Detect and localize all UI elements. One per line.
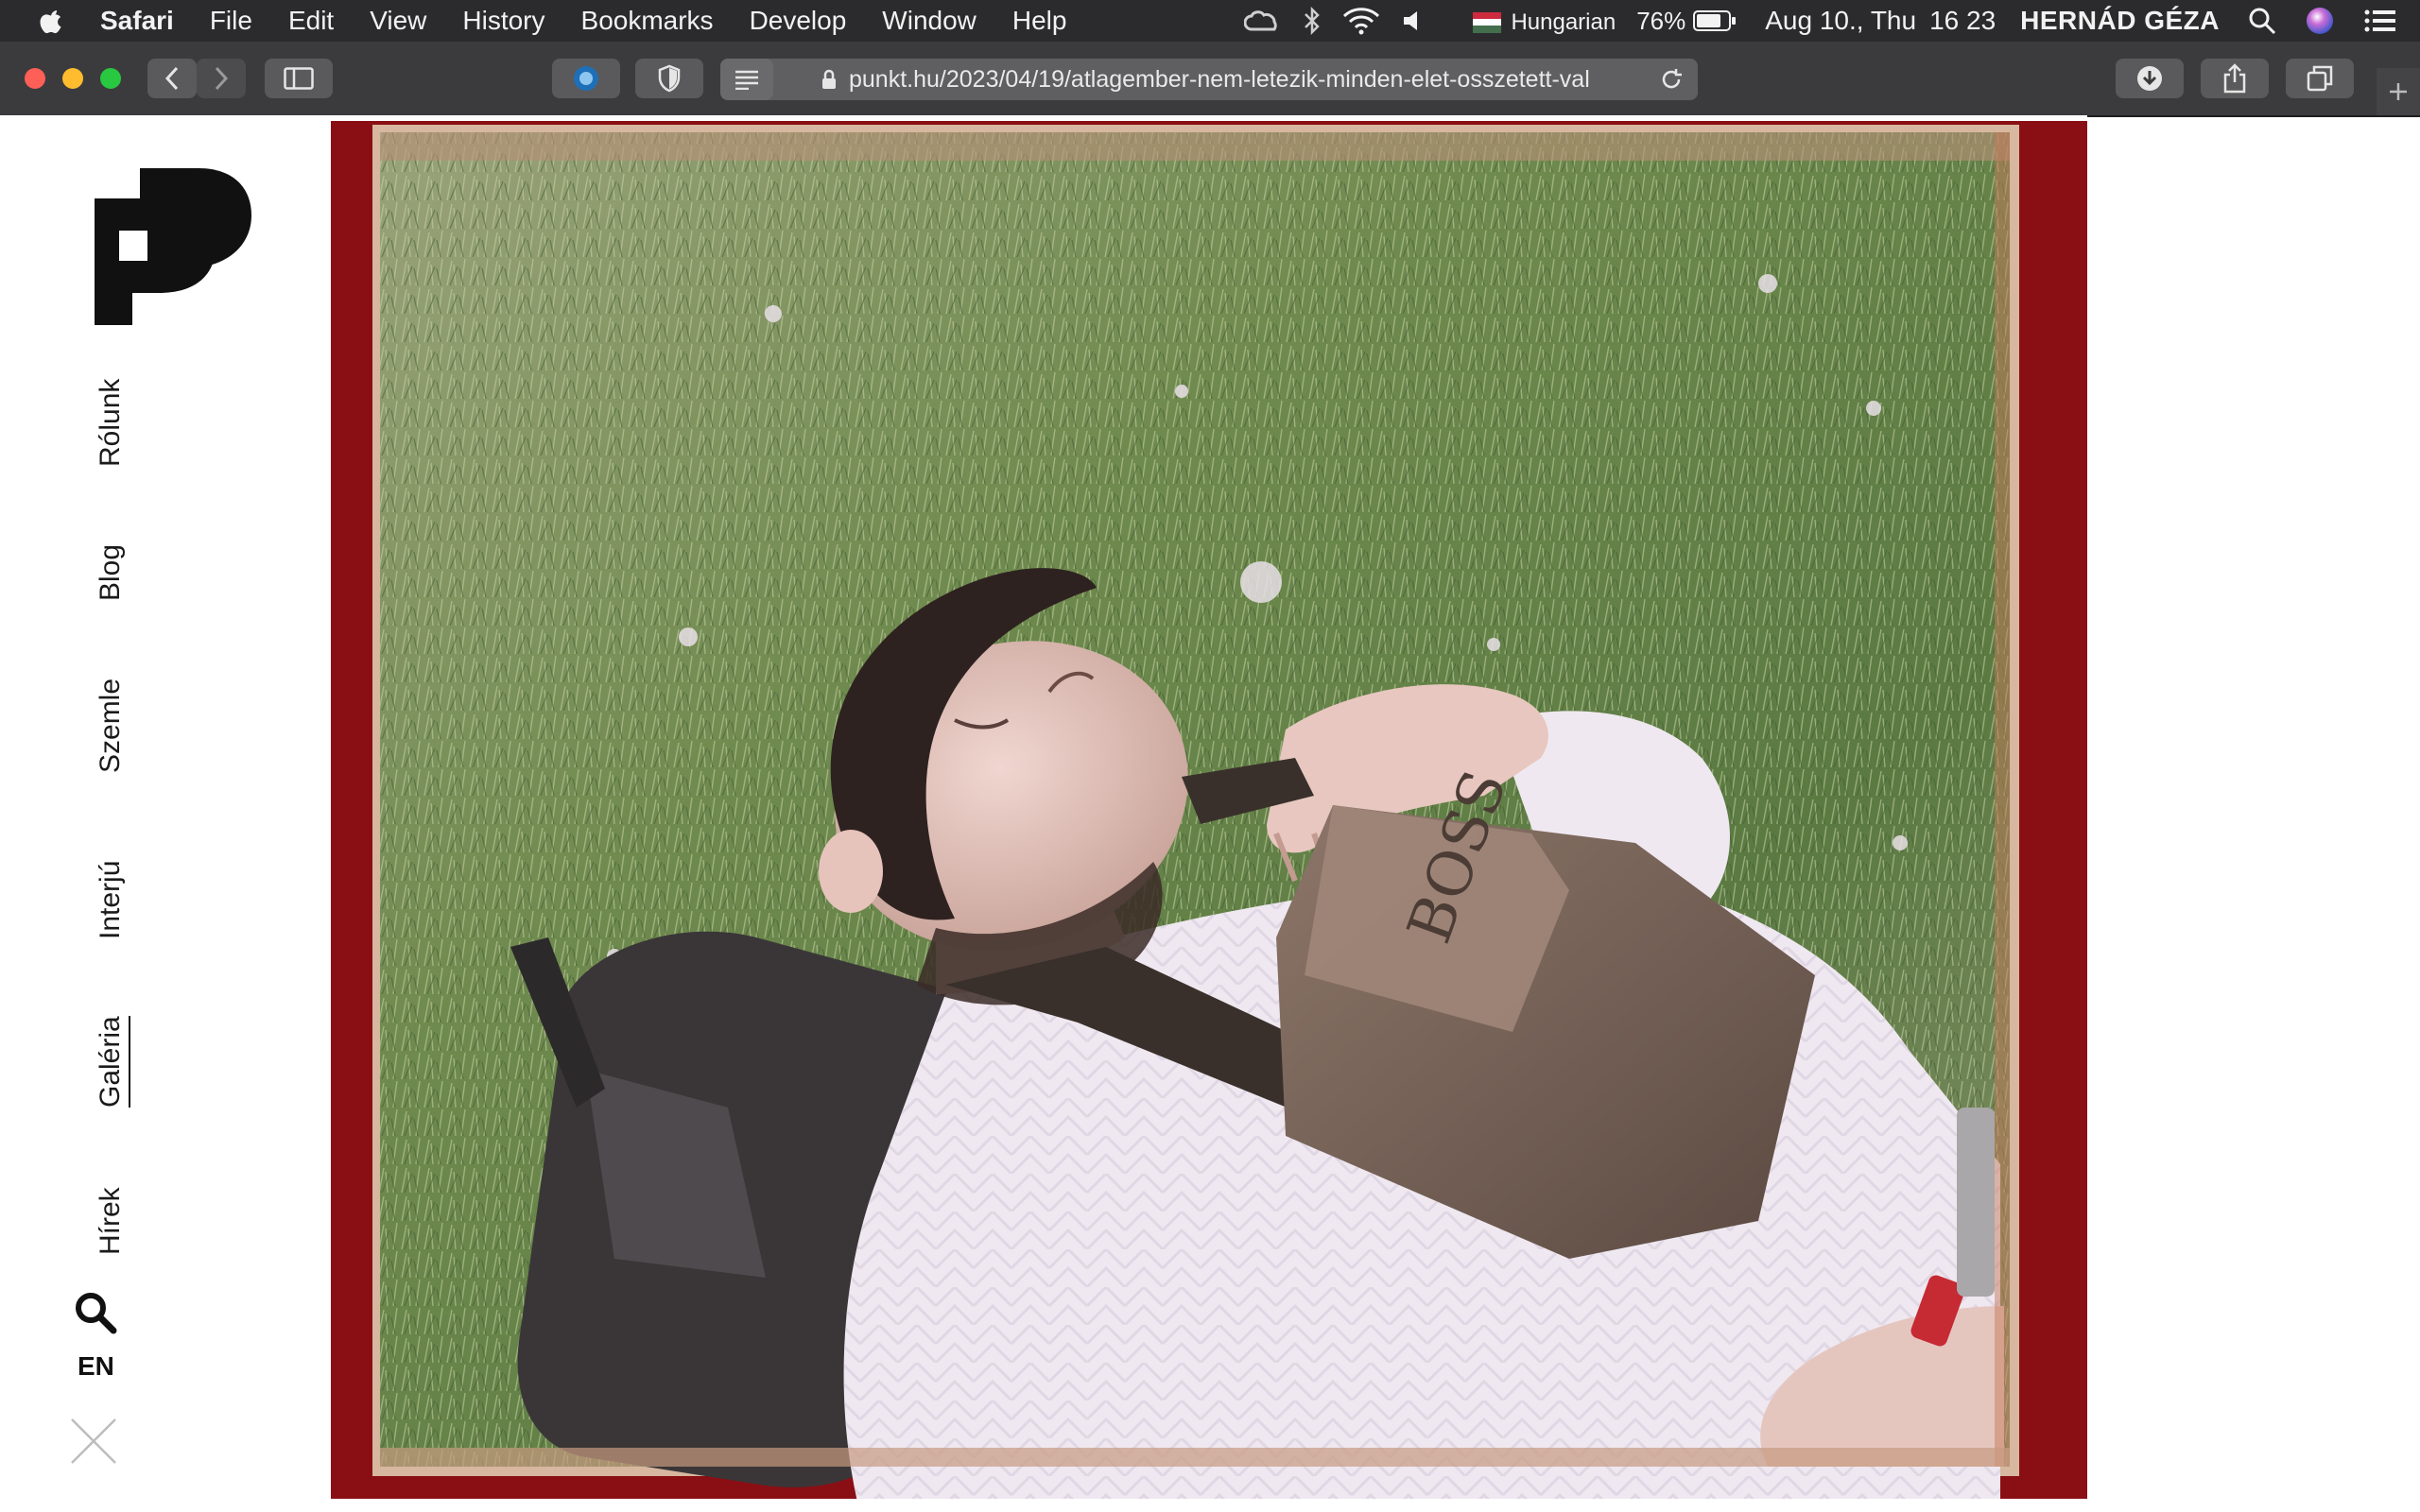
back-button[interactable] [147, 59, 197, 98]
privacy-report-button[interactable] [635, 59, 703, 98]
tabs-icon [2307, 65, 2333, 92]
close-window-button[interactable] [25, 68, 45, 89]
bluetooth-icon[interactable] [1303, 7, 1322, 35]
nav-hirek[interactable]: Hírek [95, 1187, 127, 1255]
spotlight-icon[interactable] [2248, 7, 2276, 35]
zoom-window-button[interactable] [100, 68, 121, 89]
menu-app-name[interactable]: Safari [100, 6, 174, 36]
battery-icon[interactable] [1693, 9, 1737, 32]
app-menu: Safari File Edit View History Bookmarks … [100, 6, 1102, 36]
browser-toolbar: punkt.hu/2023/04/19/atlagember-nem-letez… [0, 42, 2420, 117]
lock-icon [822, 69, 836, 89]
status-area: Hungarian 76% Aug 10., Thu 16 23 HERNÁD … [1223, 0, 2397, 42]
keyboard-layout-label: Hungarian [1511, 9, 1616, 35]
volume-icon[interactable] [1401, 9, 1426, 33]
sidebar-toggle-button[interactable] [265, 59, 333, 98]
siri-icon[interactable] [2305, 6, 2335, 36]
download-icon [2137, 66, 2162, 91]
photo-illustration: BOSS [331, 115, 2087, 1499]
url-text[interactable]: punkt.hu/2023/04/19/atlagember-nem-letez… [849, 66, 1652, 94]
extension-icon [574, 66, 598, 91]
user-name[interactable]: HERNÁD GÉZA [2020, 6, 2220, 36]
extension-button[interactable] [552, 59, 620, 98]
forward-button[interactable] [197, 59, 246, 98]
notification-center-icon[interactable] [2363, 7, 2397, 35]
downloads-button[interactable] [2116, 59, 2184, 98]
sidebar-icon [284, 67, 314, 90]
menu-help[interactable]: Help [1012, 6, 1067, 36]
chevron-right-icon [215, 66, 229, 91]
search-icon[interactable] [72, 1289, 117, 1334]
creative-cloud-icon[interactable] [1244, 9, 1282, 33]
nav-galeria[interactable]: Galéria [95, 1016, 130, 1108]
hungarian-flag-icon [1473, 11, 1502, 33]
menu-develop[interactable]: Develop [750, 6, 847, 36]
keyboard-layout-menu[interactable]: Hungarian [1473, 6, 1616, 36]
time-label[interactable]: 16 23 [1929, 6, 1996, 36]
share-button[interactable] [2201, 59, 2269, 98]
macos-menu-bar: Safari File Edit View History Bookmarks … [0, 0, 2420, 42]
menu-history[interactable]: History [462, 6, 544, 36]
wifi-icon[interactable] [1342, 7, 1380, 35]
gallery-photo[interactable]: BOSS [331, 115, 2087, 1499]
language-toggle[interactable]: EN [78, 1351, 114, 1382]
menu-edit[interactable]: Edit [288, 6, 334, 36]
new-tab-button[interactable] [2377, 68, 2420, 115]
tab-overview-button[interactable] [2286, 59, 2354, 98]
menu-bookmarks[interactable]: Bookmarks [581, 6, 714, 36]
reader-view-button[interactable] [720, 59, 773, 100]
share-icon [2223, 63, 2246, 94]
reload-icon[interactable] [1658, 66, 1685, 93]
plus-icon [2390, 83, 2407, 100]
nav-blog[interactable]: Blog [95, 544, 127, 601]
site-sidebar: Rólunk Blog Szemle Interjú Galéria Hírek… [0, 115, 331, 1512]
chevron-left-icon [164, 66, 179, 91]
shield-icon [658, 64, 681, 93]
menu-file[interactable]: File [210, 6, 252, 36]
nav-rolunk[interactable]: Rólunk [95, 379, 127, 467]
punkt-logo-icon[interactable] [95, 168, 251, 325]
nav-interju[interactable]: Interjú [95, 861, 127, 939]
menu-view[interactable]: View [370, 6, 426, 36]
reader-icon [735, 70, 758, 90]
minimize-window-button[interactable] [62, 68, 83, 89]
close-icon[interactable] [70, 1418, 117, 1465]
apple-menu-icon[interactable] [38, 7, 66, 35]
nav-szemle[interactable]: Szemle [95, 679, 127, 773]
address-bar[interactable]: punkt.hu/2023/04/19/atlagember-nem-letez… [720, 59, 1698, 100]
battery-percent: 76% [1636, 6, 1686, 35]
menu-window[interactable]: Window [882, 6, 977, 36]
date-label[interactable]: Aug 10., Thu [1765, 6, 1916, 36]
